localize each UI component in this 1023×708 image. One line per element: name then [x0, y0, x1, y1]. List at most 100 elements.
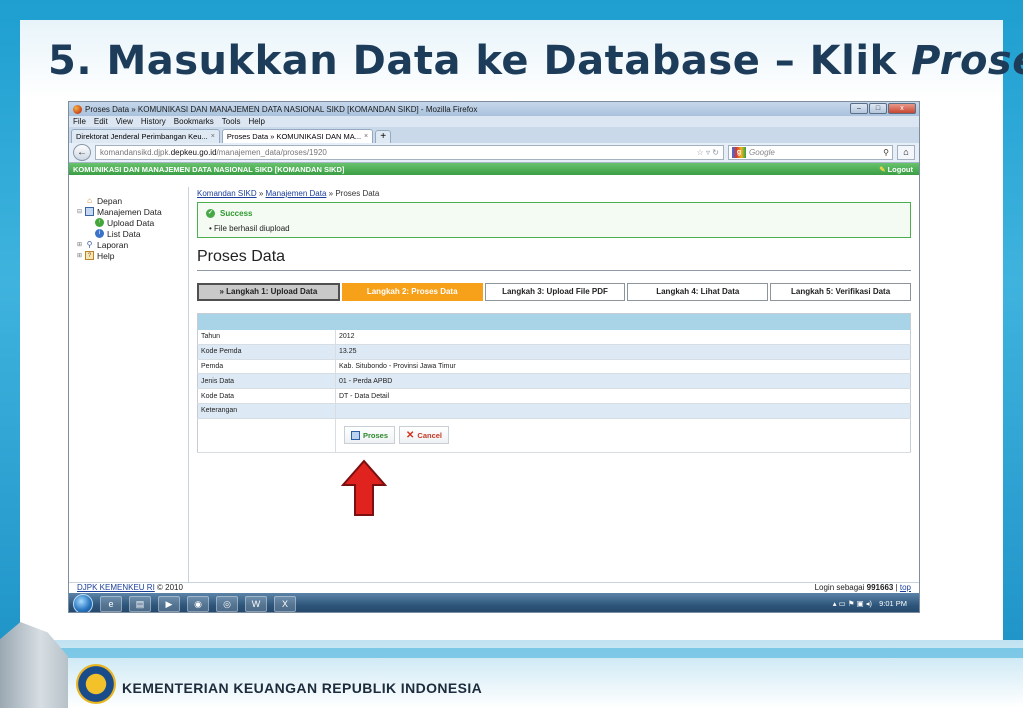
menu-view[interactable]: View — [116, 117, 133, 126]
help-icon: ? — [85, 251, 94, 260]
menu-file[interactable]: File — [73, 117, 86, 126]
sidebar-item-label: Help — [97, 250, 115, 261]
url-bar[interactable]: komandansikd.djpk. depkeu.go.id/manajemen… — [95, 145, 724, 160]
sidebar-item-label: Upload Data — [107, 217, 155, 228]
expand-icon[interactable]: ⊞ — [77, 241, 82, 248]
table-header-row — [197, 313, 911, 330]
success-title: ✓ Success — [206, 209, 910, 218]
maximize-button[interactable]: □ — [869, 103, 887, 114]
excel-icon[interactable]: X — [274, 595, 296, 612]
step-5-verifikasi-data[interactable]: Langkah 5: Verifikasi Data — [770, 283, 911, 301]
app-body: ⌂ Depan ⊟ Manajemen Data ↑ Upload Data i… — [69, 187, 919, 582]
collapse-icon[interactable]: ⊟ — [77, 208, 82, 215]
window-titlebar: Proses Data » KOMUNIKASI DAN MANAJEMEN D… — [69, 102, 919, 116]
row-label: Keterangan — [197, 403, 336, 419]
breadcrumb-root-link[interactable]: Komandan SIKD — [197, 189, 257, 198]
page-title: Proses Data — [197, 248, 911, 271]
window-title: Proses Data » KOMUNIKASI DAN MANAJEMEN D… — [85, 104, 478, 114]
tab-close-icon[interactable]: × — [211, 133, 215, 140]
row-value: Kab. Situbondo - Provinsi Jawa Timur — [335, 359, 911, 375]
new-tab-button[interactable]: + — [375, 130, 392, 143]
tray-icons[interactable]: ▴ ▭ ⚑ ▣ ◂) — [833, 599, 872, 608]
sidebar-item-label: List Data — [107, 228, 141, 239]
logout-label: Logout — [887, 164, 913, 174]
info-icon: i — [95, 229, 104, 238]
search-icon[interactable]: ⚲ — [883, 148, 889, 157]
row-label: Tahun — [197, 329, 336, 345]
action-row-buttons: Proses ✕ Cancel — [335, 418, 911, 453]
slide-title-italic: Proses — [911, 38, 1023, 84]
menu-tools[interactable]: Tools — [222, 117, 241, 126]
table-row: Jenis Data 01 - Perda APBD — [197, 373, 911, 390]
close-window-button[interactable]: x — [888, 103, 916, 114]
footer-copyright: © 2010 — [157, 583, 183, 592]
proses-button[interactable]: Proses — [344, 426, 396, 445]
key-icon: ✎ — [879, 164, 888, 174]
success-message: ✓ Success • File berhasil diupload — [197, 202, 911, 238]
sidebar-item-list-data[interactable]: i List Data — [77, 228, 188, 239]
word-icon[interactable]: W — [245, 595, 267, 612]
expand-icon[interactable]: ⊞ — [77, 252, 82, 259]
home-button[interactable]: ⌂ — [897, 145, 915, 160]
save-icon — [351, 430, 360, 440]
url-prefix: komandansikd.djpk. — [100, 148, 171, 157]
table-header — [197, 313, 911, 330]
search-bar[interactable]: g Google ⚲ — [728, 145, 893, 160]
row-label: Jenis Data — [197, 373, 336, 390]
step-3-upload-pdf[interactable]: Langkah 3: Upload File PDF — [484, 283, 626, 301]
sidebar-item-upload-data[interactable]: ↑ Upload Data — [77, 217, 188, 228]
breadcrumb-section-link[interactable]: Manajemen Data — [266, 189, 327, 198]
row-value: 13.25 — [335, 344, 911, 360]
ie-icon[interactable]: e — [100, 595, 122, 612]
upload-icon: ↑ — [95, 218, 104, 227]
sidebar-item-depan[interactable]: ⌂ Depan — [77, 195, 188, 206]
app-footer: DJPK KEMENKEU RI © 2010 Login sebagai 99… — [69, 582, 919, 593]
footer-left: DJPK KEMENKEU RI © 2010 — [77, 583, 183, 593]
table-row: Kode Data DT - Data Detail — [197, 388, 911, 404]
logout-link[interactable]: ✎ Logout — [879, 165, 913, 174]
footer-login: Login sebagai 991663 | top — [814, 583, 911, 592]
chrome-icon[interactable]: ◎ — [216, 595, 238, 612]
sidebar: ⌂ Depan ⊟ Manajemen Data ↑ Upload Data i… — [69, 187, 189, 582]
row-label: Pemda — [197, 359, 336, 375]
sidebar-item-help[interactable]: ⊞ ? Help — [77, 250, 188, 261]
main-content: Komandan SIKD » Manajemen Data » Proses … — [189, 187, 919, 582]
step-4-lihat-data[interactable]: Langkah 4: Lihat Data — [627, 283, 769, 301]
step-1-upload-data[interactable]: » Langkah 1: Upload Data — [197, 283, 340, 301]
step-2-proses-data[interactable]: Langkah 2: Proses Data — [341, 283, 483, 301]
sidebar-item-laporan[interactable]: ⊞ ⚲ Laporan — [77, 239, 188, 250]
table-row: Keterangan — [197, 403, 911, 419]
back-button[interactable]: ← — [73, 144, 91, 161]
google-icon: g — [732, 147, 746, 158]
footer-djpk-link[interactable]: DJPK KEMENKEU RI — [77, 583, 155, 592]
home-icon: ⌂ — [87, 196, 92, 205]
tab-djpk[interactable]: Direktorat Jenderal Perimbangan Keu... × — [71, 129, 220, 143]
sidebar-item-manajemen-data[interactable]: ⊟ Manajemen Data — [77, 206, 188, 217]
reload-icon[interactable]: ☆ ▿ ↻ — [697, 148, 719, 157]
tab-close-icon[interactable]: × — [364, 133, 368, 140]
success-text-value: File berhasil diupload — [214, 224, 290, 233]
red-arrow-annotation — [341, 459, 387, 516]
firefox-taskbar-icon[interactable]: ◉ — [187, 595, 209, 612]
search-placeholder: Google — [749, 148, 775, 157]
tab-proses-data[interactable]: Proses Data » KOMUNIKASI DAN MA... × — [221, 129, 374, 143]
menu-help[interactable]: Help — [248, 117, 264, 126]
menu-bookmarks[interactable]: Bookmarks — [174, 117, 214, 126]
cancel-label: Cancel — [417, 430, 443, 440]
explorer-icon[interactable]: ▤ — [129, 595, 151, 612]
row-label: Kode Pemda — [197, 344, 336, 360]
top-link[interactable]: top — [900, 583, 911, 592]
minimize-button[interactable]: – — [850, 103, 868, 114]
cancel-button[interactable]: ✕ Cancel — [399, 426, 450, 445]
menu-history[interactable]: History — [141, 117, 166, 126]
sidebar-item-label: Manajemen Data — [97, 206, 162, 217]
action-row-spacer — [197, 418, 336, 453]
menu-edit[interactable]: Edit — [94, 117, 108, 126]
start-button[interactable] — [73, 593, 93, 612]
media-icon[interactable]: ▶ — [158, 595, 180, 612]
table-row: Pemda Kab. Situbondo - Provinsi Jawa Tim… — [197, 359, 911, 375]
slide-title-main: 5. Masukkan Data ke Database – Klik — [48, 38, 912, 84]
close-icon: ✕ — [406, 429, 415, 441]
sidebar-item-label: Depan — [97, 195, 123, 206]
footer-band — [0, 648, 1023, 658]
